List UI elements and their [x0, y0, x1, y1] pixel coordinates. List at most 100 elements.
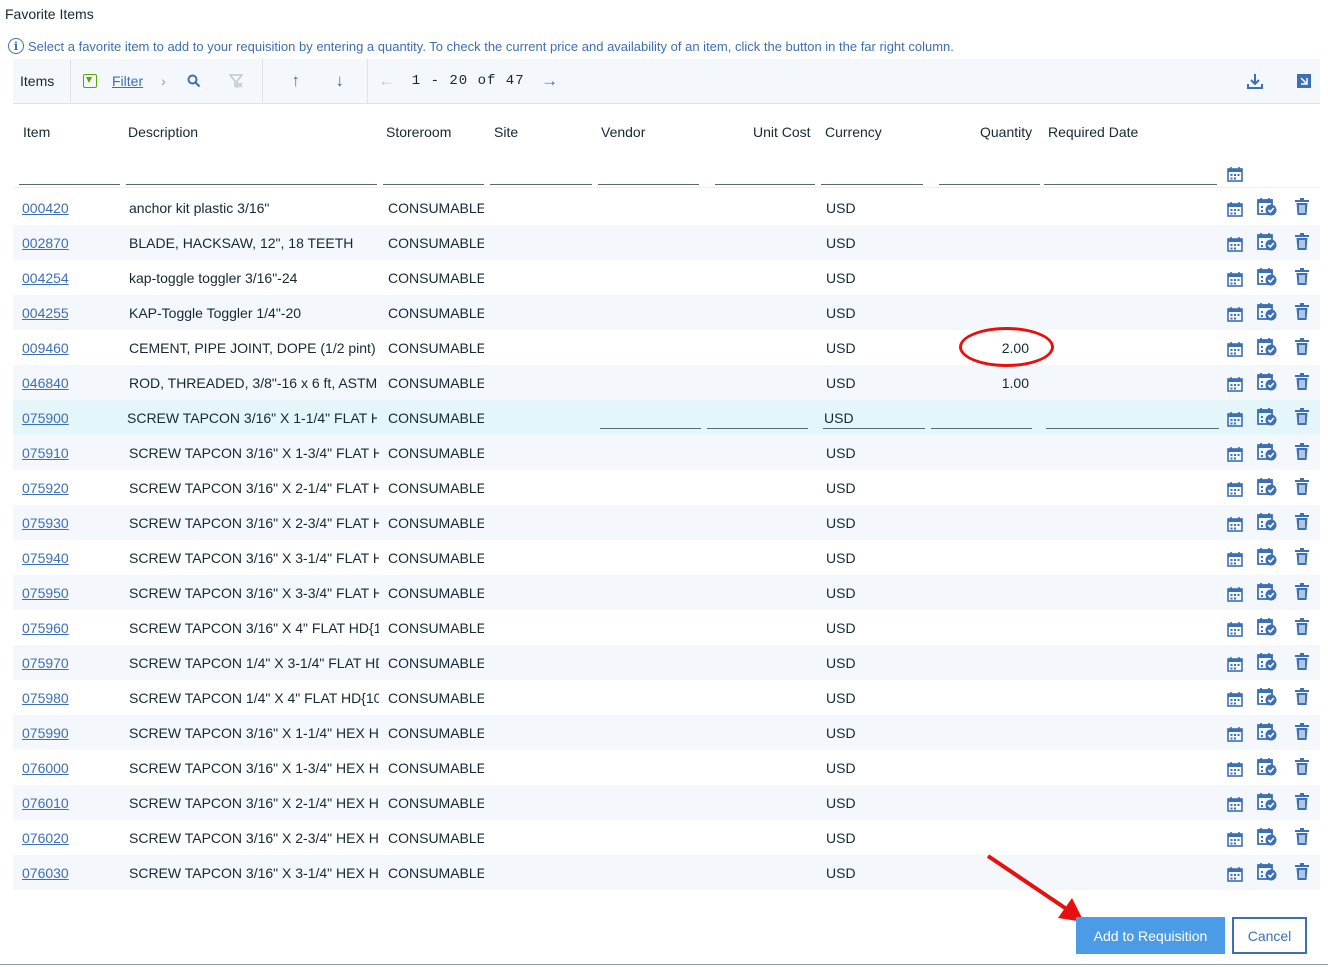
availability-check-icon[interactable]	[1257, 547, 1277, 567]
table-row[interactable]: 075950 SCREW TAPCON 3/16" X 3-3/4" FLAT H…	[13, 575, 1320, 610]
table-row[interactable]: 075960 SCREW TAPCON 3/16" X 4" FLAT HD{10…	[13, 610, 1320, 645]
delete-icon[interactable]	[1294, 863, 1312, 881]
delete-icon[interactable]	[1294, 723, 1312, 741]
filter-input-currency[interactable]	[821, 184, 923, 185]
calendar-icon[interactable]	[1227, 586, 1245, 604]
calendar-icon[interactable]	[1227, 691, 1245, 709]
item-number-link[interactable]: 002870	[22, 235, 69, 251]
availability-check-icon[interactable]	[1257, 267, 1277, 287]
availability-check-icon[interactable]	[1257, 687, 1277, 707]
delete-icon[interactable]	[1294, 233, 1312, 251]
item-number-link[interactable]: 075960	[22, 620, 69, 636]
filter-link[interactable]: Filter	[112, 73, 143, 89]
item-number-link[interactable]: 009460	[22, 340, 69, 356]
table-row[interactable]: 075920 SCREW TAPCON 3/16" X 2-1/4" FLAT H…	[13, 470, 1320, 505]
delete-icon[interactable]	[1294, 198, 1312, 216]
calendar-icon[interactable]	[1227, 306, 1245, 324]
table-row[interactable]: 075990 SCREW TAPCON 3/16" X 1-1/4" HEX HD…	[13, 715, 1320, 750]
delete-icon[interactable]	[1294, 478, 1312, 496]
column-header-currency[interactable]: Currency	[825, 124, 882, 140]
calendar-icon[interactable]	[1227, 376, 1245, 394]
item-number-link[interactable]: 075950	[22, 585, 69, 601]
table-row[interactable]: 075980 SCREW TAPCON 1/4" X 4" FLAT HD{100…	[13, 680, 1320, 715]
table-row[interactable]: 075970 SCREW TAPCON 1/4" X 3-1/4" FLAT HD…	[13, 645, 1320, 680]
filter-input-description[interactable]	[126, 184, 377, 185]
calendar-icon[interactable]	[1227, 656, 1245, 674]
table-row[interactable]: 002870 BLADE, HACKSAW, 12", 18 TEETH CONSU…	[13, 225, 1320, 260]
delete-icon[interactable]	[1294, 618, 1312, 636]
item-number-link[interactable]: 075910	[22, 445, 69, 461]
currency-input[interactable]	[823, 428, 925, 429]
availability-check-icon[interactable]	[1257, 827, 1277, 847]
table-row[interactable]: 009460 CEMENT, PIPE JOINT, DOPE (1/2 pint…	[13, 330, 1320, 365]
availability-check-icon[interactable]	[1257, 372, 1277, 392]
filter-input-quantity[interactable]	[939, 184, 1040, 185]
item-number-link[interactable]: 075990	[22, 725, 69, 741]
delete-icon[interactable]	[1294, 268, 1312, 286]
item-number-link[interactable]: 004254	[22, 270, 69, 286]
item-number-link[interactable]: 075900	[22, 410, 69, 426]
column-header-unit-cost[interactable]: Unit Cost	[753, 124, 811, 140]
table-row[interactable]: 076030 SCREW TAPCON 3/16" X 3-1/4" HEX HD…	[13, 855, 1320, 890]
chevron-right-icon[interactable]: ›	[161, 73, 166, 89]
item-number-link[interactable]: 076010	[22, 795, 69, 811]
delete-icon[interactable]	[1294, 513, 1312, 531]
sort-up-icon[interactable]: ↑	[283, 59, 309, 103]
required-date-input[interactable]	[1046, 428, 1219, 429]
table-row[interactable]: 004254 kap-toggle toggler 3/16"-24 CONSUMA…	[13, 260, 1320, 295]
availability-check-icon[interactable]	[1257, 582, 1277, 602]
calendar-icon[interactable]	[1227, 761, 1245, 779]
column-header-required-date[interactable]: Required Date	[1048, 124, 1138, 140]
calendar-icon[interactable]	[1227, 831, 1245, 849]
filter-input-site[interactable]	[490, 184, 592, 185]
item-number-link[interactable]: 075970	[22, 655, 69, 671]
minimize-icon[interactable]	[1294, 59, 1314, 103]
vendor-input[interactable]	[600, 428, 701, 429]
calendar-icon[interactable]	[1227, 796, 1245, 814]
calendar-icon[interactable]	[1227, 516, 1245, 534]
table-row[interactable]: 075930 SCREW TAPCON 3/16" X 2-3/4" FLAT H…	[13, 505, 1320, 540]
quantity-input[interactable]	[931, 428, 1032, 429]
availability-check-icon[interactable]	[1257, 722, 1277, 742]
column-header-site[interactable]: Site	[494, 124, 518, 140]
calendar-icon[interactable]	[1227, 726, 1245, 744]
column-header-quantity[interactable]: Quantity	[980, 124, 1032, 140]
prev-page-icon[interactable]: ←	[374, 59, 400, 103]
availability-check-icon[interactable]	[1257, 197, 1277, 217]
availability-check-icon[interactable]	[1257, 477, 1277, 497]
delete-icon[interactable]	[1294, 758, 1312, 776]
table-row[interactable]: 076000 SCREW TAPCON 3/16" X 1-3/4" HEX HD…	[13, 750, 1320, 785]
calendar-icon[interactable]	[1227, 166, 1245, 184]
column-header-vendor[interactable]: Vendor	[601, 124, 645, 140]
filter-input-storeroom[interactable]	[383, 184, 484, 185]
table-row[interactable]: 075910 SCREW TAPCON 3/16" X 1-3/4" FLAT H…	[13, 435, 1320, 470]
delete-icon[interactable]	[1294, 793, 1312, 811]
next-page-icon[interactable]: →	[537, 59, 563, 103]
item-number-link[interactable]: 075920	[22, 480, 69, 496]
item-number-link[interactable]: 076020	[22, 830, 69, 846]
availability-check-icon[interactable]	[1257, 442, 1277, 462]
item-number-link[interactable]: 075930	[22, 515, 69, 531]
calendar-icon[interactable]	[1227, 271, 1245, 289]
calendar-icon[interactable]	[1227, 621, 1245, 639]
availability-check-icon[interactable]	[1257, 302, 1277, 322]
search-icon[interactable]	[184, 59, 204, 103]
item-number-link[interactable]: 076000	[22, 760, 69, 776]
item-quantity[interactable]: 1.00	[939, 375, 1029, 391]
table-row[interactable]: 046840 ROD, THREADED, 3/8"-16 x 6 ft, AST…	[13, 365, 1320, 400]
item-number-link[interactable]: 075980	[22, 690, 69, 706]
availability-check-icon[interactable]	[1257, 512, 1277, 532]
calendar-icon[interactable]	[1227, 866, 1245, 884]
delete-icon[interactable]	[1294, 828, 1312, 846]
table-row[interactable]: 004255 KAP-Toggle Toggler 1/4"-20 CONSUMAB…	[13, 295, 1320, 330]
filter-input-required-date[interactable]	[1044, 184, 1217, 185]
filter-input-vendor[interactable]	[598, 184, 699, 185]
table-row[interactable]: 076010 SCREW TAPCON 3/16" X 2-1/4" HEX HD…	[13, 785, 1320, 820]
availability-check-icon[interactable]	[1257, 757, 1277, 777]
availability-check-icon[interactable]	[1257, 862, 1277, 882]
column-header-item[interactable]: Item	[23, 124, 50, 140]
table-row[interactable]: 076020 SCREW TAPCON 3/16" X 2-3/4" HEX HD…	[13, 820, 1320, 855]
calendar-icon[interactable]	[1227, 551, 1245, 569]
availability-check-icon[interactable]	[1257, 232, 1277, 252]
unit-cost-input[interactable]	[707, 428, 808, 429]
